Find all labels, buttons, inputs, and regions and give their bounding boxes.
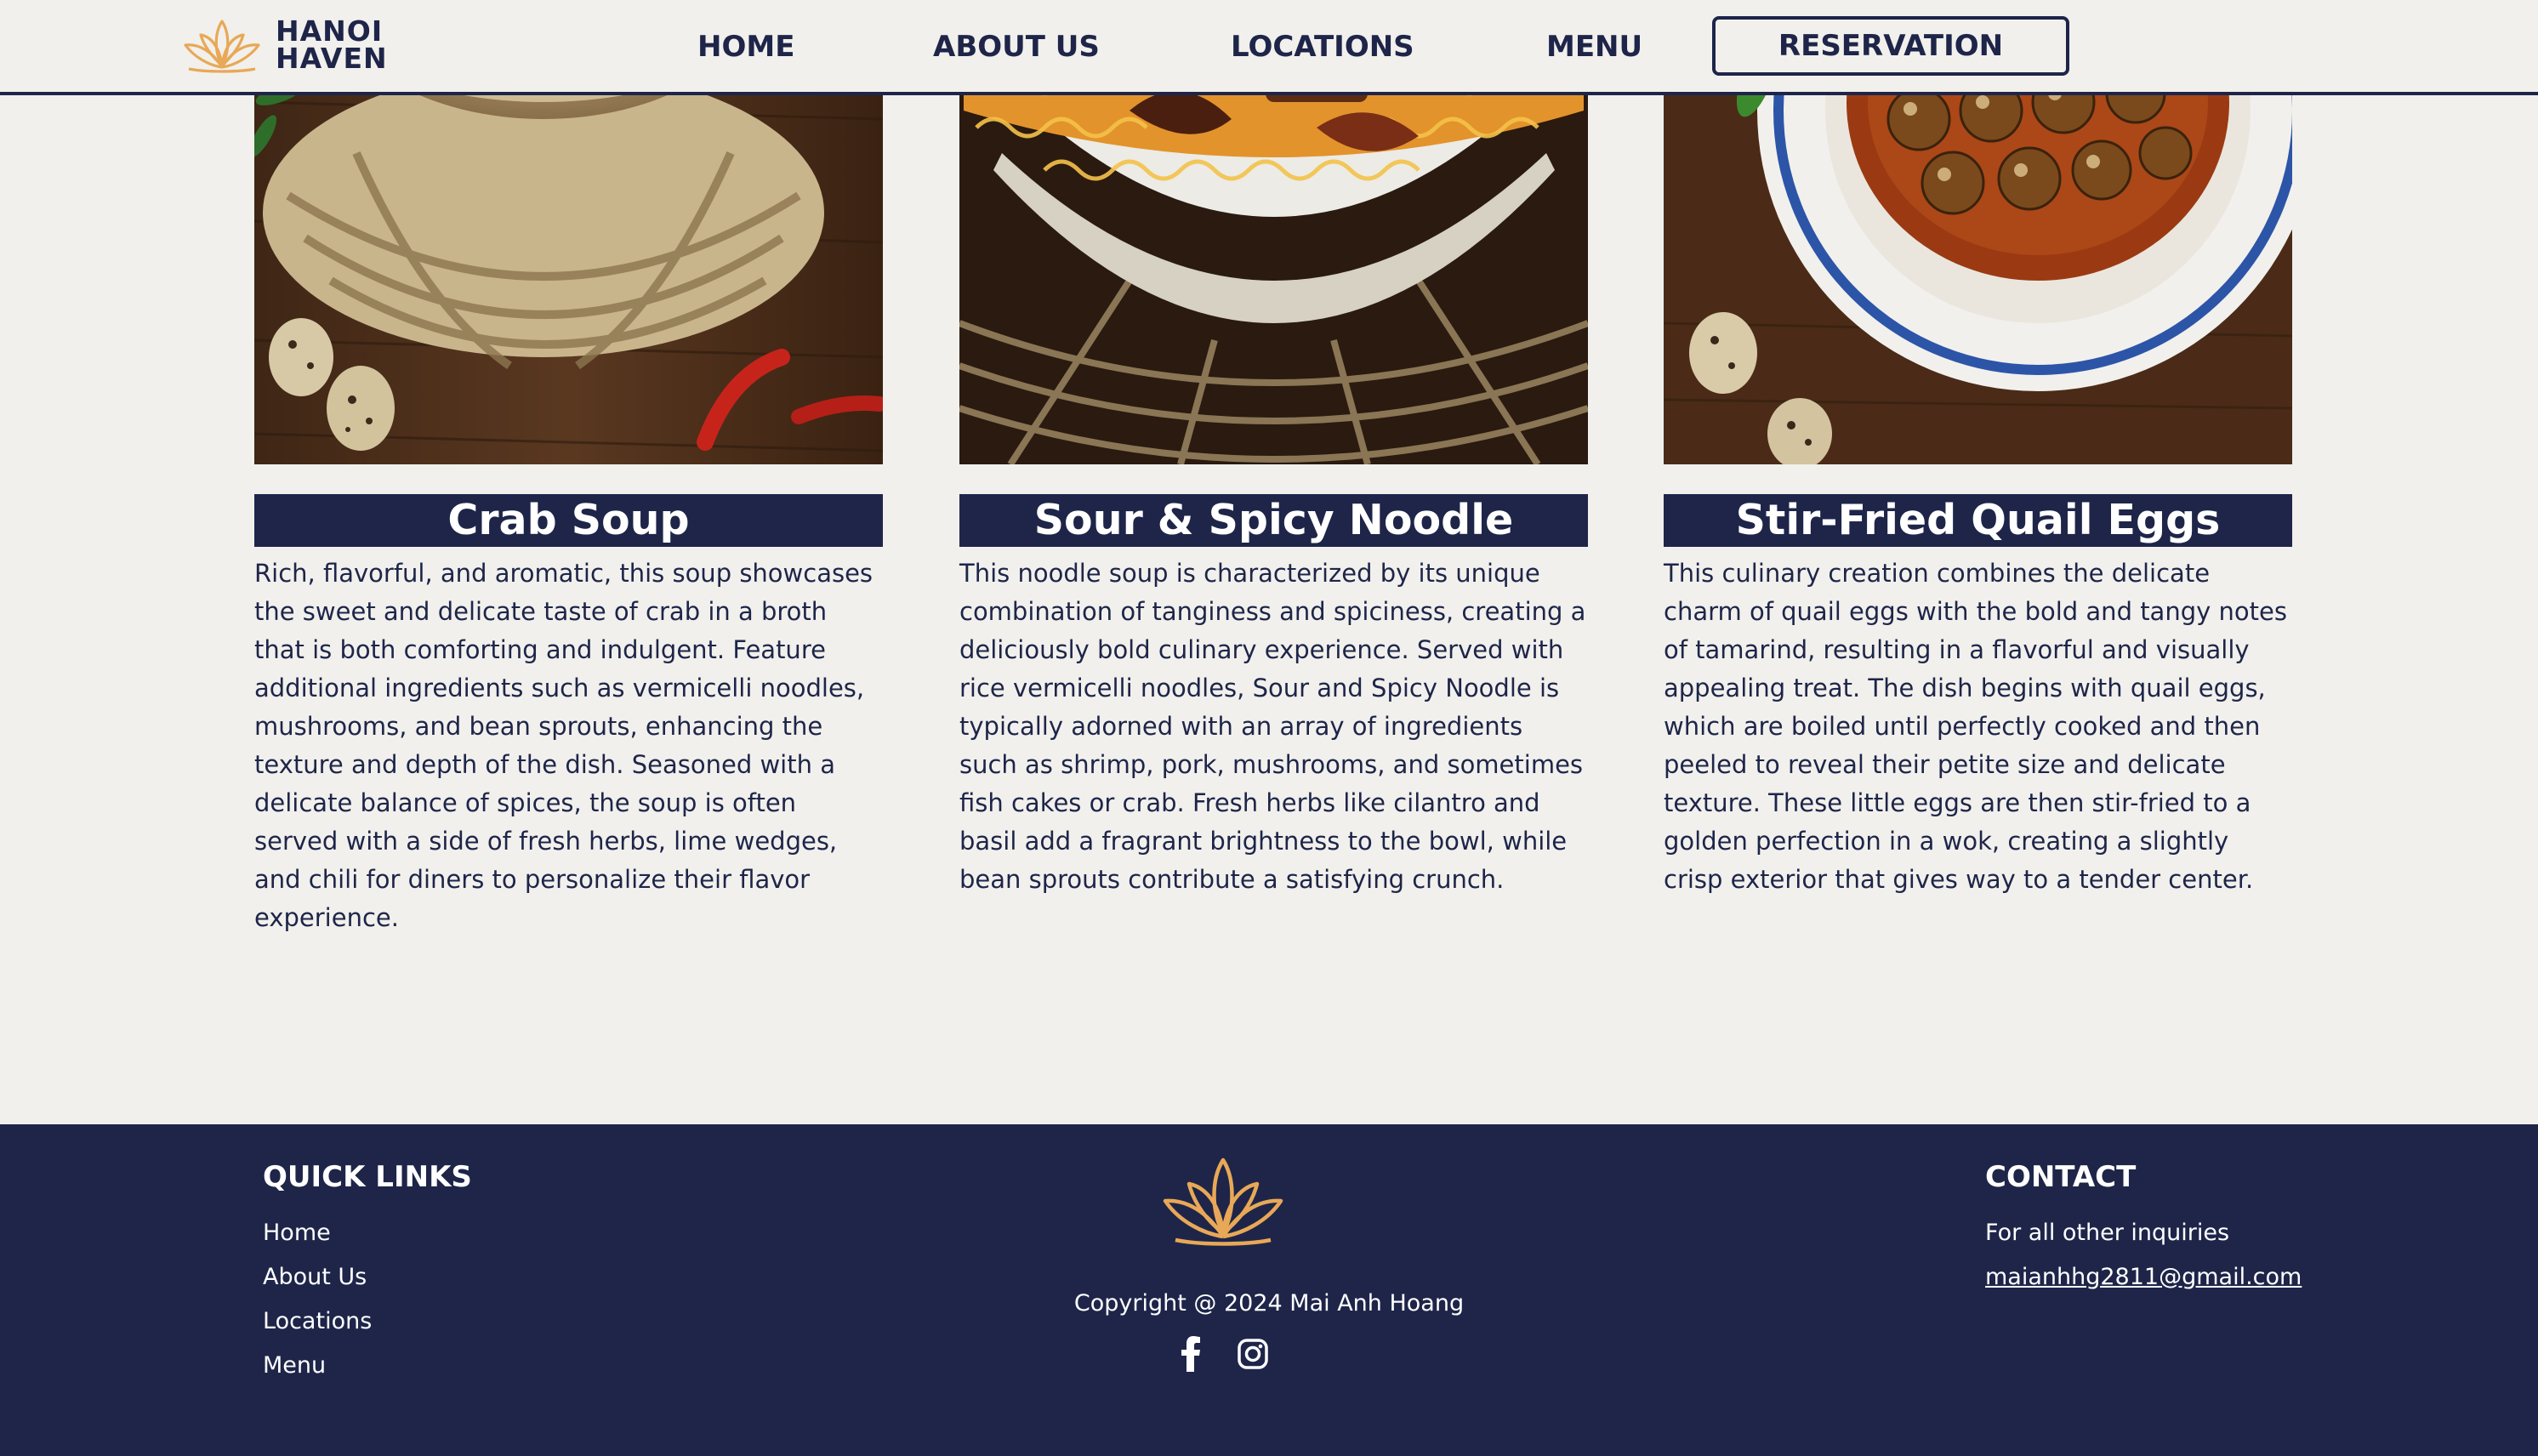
contact-heading: CONTACT (1985, 1160, 2137, 1194)
nav-home[interactable]: HOME (697, 26, 794, 68)
dish-description: This noodle soup is characterized by its… (959, 559, 1586, 894)
dish-description: This culinary creation combines the deli… (1664, 559, 2287, 894)
site-footer: QUICK LINKS Home About Us Locations Menu… (0, 1124, 2538, 1456)
quick-links-heading: QUICK LINKS (263, 1160, 472, 1194)
brand-name: HANOI HAVEN (276, 17, 388, 75)
brand-logo[interactable]: HANOI HAVEN (180, 15, 388, 75)
dish-description: Rich, flavorful, and aromatic, this soup… (254, 559, 874, 932)
copyright-text: Copyright @ 2024 Mai Anh Hoang (1073, 1290, 1465, 1317)
footer-link-home[interactable]: Home (263, 1220, 331, 1246)
page: Crab Soup Rich, flavorful, and aromatic,… (0, 0, 2538, 1456)
contact-note: For all other inquiries (1985, 1220, 2230, 1246)
facebook-icon[interactable] (1172, 1335, 1209, 1373)
footer-link-menu[interactable]: Menu (263, 1352, 326, 1379)
lotus-icon (184, 20, 260, 73)
instagram-icon[interactable] (1234, 1335, 1272, 1373)
contact-email-link[interactable]: maianhhg2811@gmail.com (1985, 1264, 2302, 1290)
site-header: HANOI HAVEN HOME ABOUT US LOCATIONS MENU… (0, 0, 2538, 95)
dish-title: Stir-Fried Quail Eggs (1664, 494, 2292, 547)
nav-locations[interactable]: LOCATIONS (1231, 26, 1414, 68)
brand-line-2: HAVEN (276, 42, 388, 75)
dish-title: Sour & Spicy Noodle (959, 494, 1588, 547)
nav-menu[interactable]: MENU (1546, 26, 1642, 68)
reservation-button[interactable]: RESERVATION (1712, 16, 2069, 76)
nav-about-us[interactable]: ABOUT US (933, 26, 1100, 68)
dish-title: Crab Soup (254, 494, 883, 547)
footer-link-about-us[interactable]: About Us (263, 1264, 367, 1290)
lotus-icon (1163, 1157, 1283, 1246)
